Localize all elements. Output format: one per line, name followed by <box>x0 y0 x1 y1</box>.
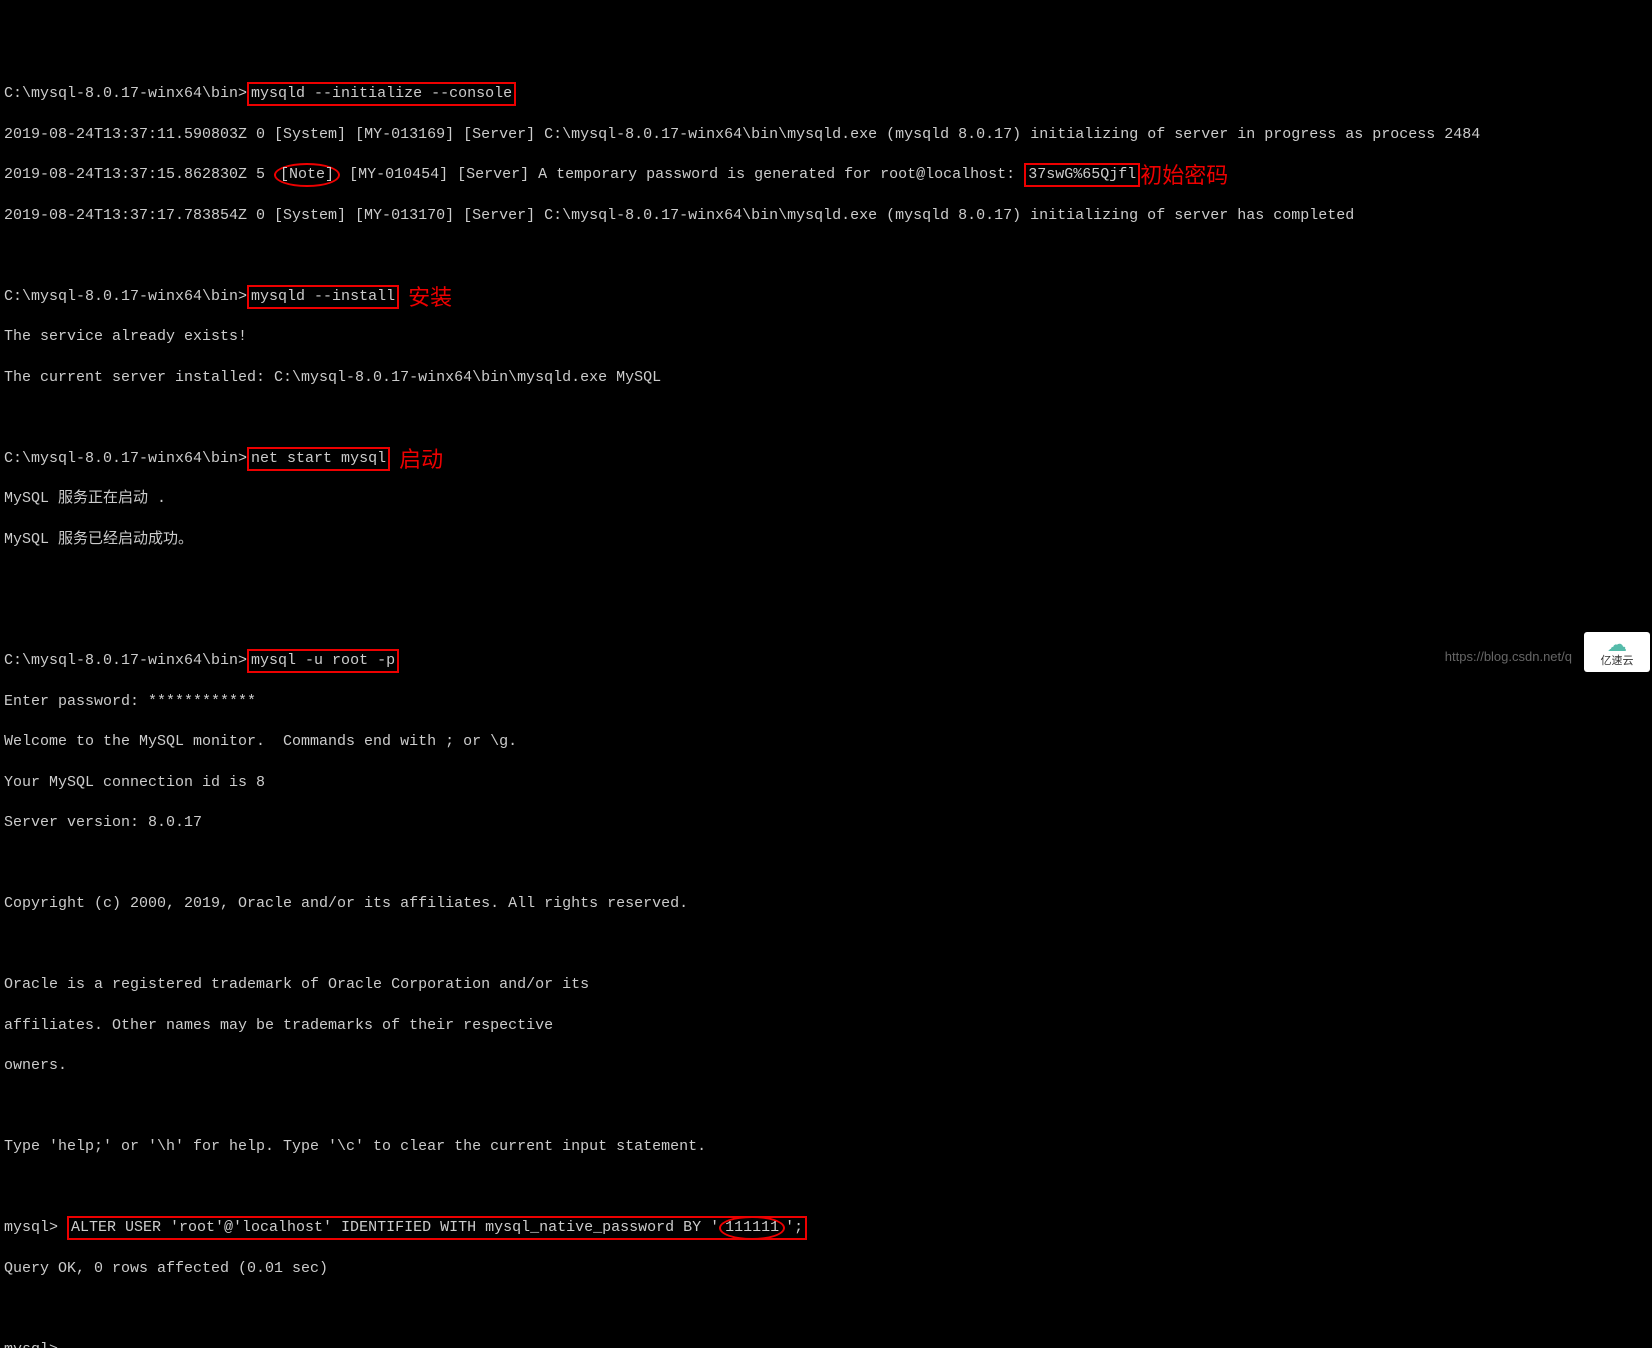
terminal-line: Welcome to the MySQL monitor. Commands e… <box>4 732 1648 752</box>
terminal-line[interactable]: mysql> <box>4 1340 1648 1348</box>
terminal-line: Your MySQL connection id is 8 <box>4 773 1648 793</box>
mysql-prompt: mysql> <box>4 1219 67 1236</box>
annotation-start: 启动 <box>399 445 443 475</box>
terminal-line: owners. <box>4 1056 1648 1076</box>
annotation-install: 安装 <box>408 283 452 313</box>
blank-line <box>4 408 1648 428</box>
cmd-alter-user: ALTER USER 'root'@'localhost' IDENTIFIED… <box>67 1216 807 1240</box>
watermark-text: 亿速云 <box>1601 657 1634 668</box>
prompt: C:\mysql-8.0.17-winx64\bin> <box>4 288 247 305</box>
cmd-start: net start mysql <box>247 447 390 471</box>
terminal-line: The current server installed: C:\mysql-8… <box>4 368 1648 388</box>
prompt: C:\mysql-8.0.17-winx64\bin> <box>4 450 247 467</box>
cloud-icon: ☁ <box>1607 637 1627 657</box>
prompt: C:\mysql-8.0.17-winx64\bin> <box>4 652 247 669</box>
cmd-install: mysqld --install <box>247 285 399 309</box>
terminal-line: 2019-08-24T13:37:15.862830Z 5 [Note] [MY… <box>4 165 1648 185</box>
terminal-line: Oracle is a registered trademark of Orac… <box>4 975 1648 995</box>
mysql-prompt: mysql> <box>4 1341 67 1348</box>
initial-password: 37swG%65Qjfl <box>1024 163 1140 187</box>
blank-line <box>4 854 1648 874</box>
new-password: 111111 <box>719 1216 785 1240</box>
prompt: C:\mysql-8.0.17-winx64\bin> <box>4 85 247 102</box>
terminal-line: 2019-08-24T13:37:17.783854Z 0 [System] [… <box>4 206 1648 226</box>
terminal-line: 2019-08-24T13:37:11.590803Z 0 [System] [… <box>4 125 1648 145</box>
blank-line <box>4 246 1648 266</box>
terminal-line: Copyright (c) 2000, 2019, Oracle and/or … <box>4 894 1648 914</box>
terminal-line: Server version: 8.0.17 <box>4 813 1648 833</box>
blank-line <box>4 611 1648 631</box>
terminal-line: Query OK, 0 rows affected (0.01 sec) <box>4 1259 1648 1279</box>
terminal-line: mysql> ALTER USER 'root'@'localhost' IDE… <box>4 1218 1648 1238</box>
note-highlight: [Note] <box>274 163 340 187</box>
terminal-line: Type 'help;' or '\h' for help. Type '\c'… <box>4 1137 1648 1157</box>
watermark-url: https://blog.csdn.net/q <box>1445 648 1572 666</box>
terminal-line: MySQL 服务已经启动成功。 <box>4 530 1648 550</box>
cmd-login: mysql -u root -p <box>247 649 399 673</box>
watermark-logo: ☁ 亿速云 <box>1584 632 1650 672</box>
terminal-line: affiliates. Other names may be trademark… <box>4 1016 1648 1036</box>
terminal-line: C:\mysql-8.0.17-winx64\bin>net start mys… <box>4 449 1648 469</box>
blank-line <box>4 1097 1648 1117</box>
blank-line <box>4 570 1648 590</box>
terminal-line: Enter password: ************ <box>4 692 1648 712</box>
terminal-line: C:\mysql-8.0.17-winx64\bin>mysql -u root… <box>4 651 1648 671</box>
blank-line <box>4 935 1648 955</box>
terminal-line: C:\mysql-8.0.17-winx64\bin>mysqld --init… <box>4 84 1648 104</box>
blank-line <box>4 1178 1648 1198</box>
terminal-line: C:\mysql-8.0.17-winx64\bin>mysqld --inst… <box>4 287 1648 307</box>
terminal-line: The service already exists! <box>4 327 1648 347</box>
terminal-line: MySQL 服务正在启动 . <box>4 489 1648 509</box>
blank-line <box>4 1299 1648 1319</box>
cmd-initialize: mysqld --initialize --console <box>247 82 516 106</box>
annotation-password: 初始密码 <box>1140 161 1228 191</box>
